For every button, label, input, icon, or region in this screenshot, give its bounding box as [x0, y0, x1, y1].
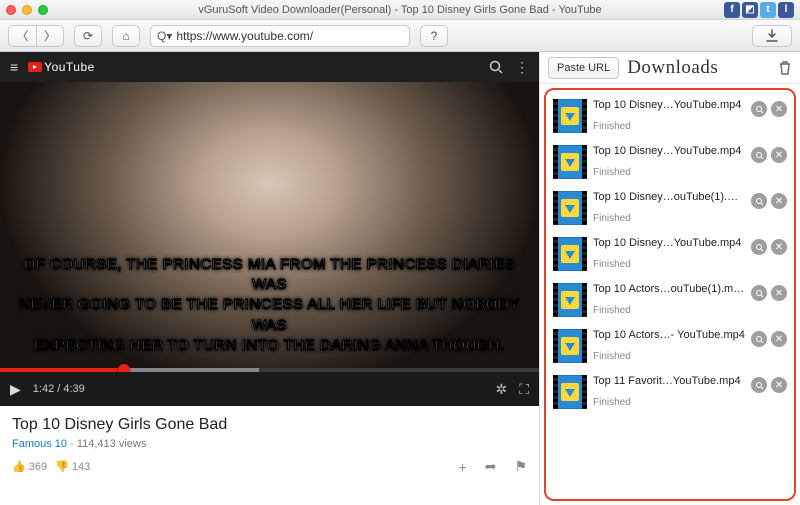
back-button[interactable]: 〈: [8, 25, 36, 47]
time-display: 1:42 / 4:39: [33, 383, 85, 395]
remove-icon[interactable]: ✕: [771, 331, 787, 347]
download-status: Finished: [593, 397, 745, 408]
trash-icon[interactable]: [778, 60, 792, 76]
instagram-icon[interactable]: ◩: [742, 2, 758, 18]
traffic-lights: [6, 5, 48, 15]
twitter-icon[interactable]: t: [760, 2, 776, 18]
home-button[interactable]: ⌂: [112, 25, 140, 47]
download-filename: Top 10 Actors…- YouTube.mp4: [593, 329, 745, 341]
play-button[interactable]: ▶: [10, 381, 21, 398]
youtube-logo[interactable]: YouTube: [28, 60, 95, 74]
youtube-topbar: ≡ YouTube ⋮: [0, 52, 539, 82]
reload-button[interactable]: ⟳: [74, 25, 102, 47]
reveal-icon[interactable]: [751, 147, 767, 163]
download-filename: Top 10 Actors…ouTube(1).mp4: [593, 283, 745, 295]
social-links: f ◩ t l: [724, 2, 794, 18]
menu-icon[interactable]: ≡: [10, 59, 18, 75]
downloads-panel: Paste URL Downloads Top 10 Disney…YouTub…: [540, 52, 800, 505]
downloads-list: Top 10 Disney…YouTube.mp4Finished✕Top 10…: [544, 88, 796, 501]
window-minimize-button[interactable]: [22, 5, 32, 15]
add-to-icon[interactable]: +: [459, 459, 467, 475]
remove-icon[interactable]: ✕: [771, 377, 787, 393]
window-close-button[interactable]: [6, 5, 16, 15]
download-item[interactable]: Top 10 Disney…YouTube.mp4 Finished ✕: [551, 95, 789, 137]
download-button[interactable]: [752, 25, 792, 47]
download-filename: Top 10 Disney…YouTube.mp4: [593, 99, 745, 111]
linkedin-icon[interactable]: l: [778, 2, 794, 18]
download-thumb-icon: [553, 375, 587, 409]
search-icon[interactable]: [489, 60, 503, 74]
download-thumb-icon: [553, 329, 587, 363]
window-titlebar: vGuruSoft Video Downloader(Personal) - T…: [0, 0, 800, 20]
address-bar[interactable]: Q▾ https://www.youtube.com/: [150, 25, 410, 47]
download-status: Finished: [593, 213, 745, 224]
progress-handle[interactable]: [118, 364, 130, 372]
download-filename: Top 10 Disney…YouTube.mp4: [593, 237, 745, 249]
download-status: Finished: [593, 351, 745, 362]
nav-back-forward: 〈 〉: [8, 25, 64, 47]
youtube-brand-text: YouTube: [44, 60, 95, 74]
reveal-icon[interactable]: [751, 101, 767, 117]
download-status: Finished: [593, 121, 745, 132]
download-item[interactable]: Top 11 Favorit…YouTube.mp4 Finished ✕: [551, 371, 789, 413]
download-item[interactable]: Top 10 Disney…ouTube(1).mp4 Finished ✕: [551, 187, 789, 229]
download-status: Finished: [593, 167, 745, 178]
reveal-icon[interactable]: [751, 239, 767, 255]
help-button[interactable]: ?: [420, 25, 448, 47]
remove-icon[interactable]: ✕: [771, 285, 787, 301]
downloads-header: Paste URL Downloads: [540, 52, 800, 84]
progress-played: [0, 368, 124, 372]
reveal-icon[interactable]: [751, 377, 767, 393]
video-actions: 👍 369 👎 143 + ➦ ⚑: [0, 456, 539, 477]
browser-toolbar: 〈 〉 ⟳ ⌂ Q▾ https://www.youtube.com/ ?: [0, 20, 800, 52]
remove-icon[interactable]: ✕: [771, 101, 787, 117]
downloads-title: Downloads: [627, 57, 718, 79]
download-thumb-icon: [553, 237, 587, 271]
video-meta: Top 10 Disney Girls Gone Bad Famous 10 ·…: [0, 406, 539, 456]
reveal-icon[interactable]: [751, 285, 767, 301]
download-status: Finished: [593, 305, 745, 316]
search-icon: Q▾: [157, 29, 172, 43]
download-filename: Top 10 Disney…YouTube.mp4: [593, 145, 745, 157]
browser-viewport: ≡ YouTube ⋮ OF COURSE, THE PRINCESS MIA …: [0, 52, 540, 505]
facebook-icon[interactable]: f: [724, 2, 740, 18]
video-caption: OF COURSE, THE PRINCESS MIA FROM THE PRI…: [12, 255, 527, 356]
reveal-icon[interactable]: [751, 331, 767, 347]
share-icon[interactable]: ➦: [485, 458, 497, 475]
video-player[interactable]: OF COURSE, THE PRINCESS MIA FROM THE PRI…: [0, 82, 539, 372]
dislike-button[interactable]: 👎 143: [55, 460, 90, 473]
flag-icon[interactable]: ⚑: [514, 458, 527, 475]
view-count: 114,413 views: [77, 438, 147, 450]
remove-icon[interactable]: ✕: [771, 239, 787, 255]
download-item[interactable]: Top 10 Disney…YouTube.mp4 Finished ✕: [551, 233, 789, 275]
video-title: Top 10 Disney Girls Gone Bad: [12, 416, 527, 434]
reveal-icon[interactable]: [751, 193, 767, 209]
download-filename: Top 10 Disney…ouTube(1).mp4: [593, 191, 745, 203]
remove-icon[interactable]: ✕: [771, 193, 787, 209]
download-item[interactable]: Top 10 Actors…- YouTube.mp4 Finished ✕: [551, 325, 789, 367]
remove-icon[interactable]: ✕: [771, 147, 787, 163]
like-button[interactable]: 👍 369: [12, 460, 47, 473]
download-item[interactable]: Top 10 Disney…YouTube.mp4 Finished ✕: [551, 141, 789, 183]
window-title: vGuruSoft Video Downloader(Personal) - T…: [0, 4, 800, 16]
download-thumb-icon: [553, 145, 587, 179]
more-icon[interactable]: ⋮: [515, 59, 529, 76]
paste-url-button[interactable]: Paste URL: [548, 57, 619, 79]
download-filename: Top 11 Favorit…YouTube.mp4: [593, 375, 745, 387]
url-text: https://www.youtube.com/: [176, 29, 313, 43]
download-thumb-icon: [553, 191, 587, 225]
player-controls: ▶ 1:42 / 4:39 ✲ ⛶: [0, 372, 539, 406]
fullscreen-icon[interactable]: ⛶: [519, 381, 529, 398]
youtube-play-icon: [28, 62, 42, 72]
channel-link[interactable]: Famous 10: [12, 438, 67, 450]
progress-bar[interactable]: [0, 368, 539, 372]
download-item[interactable]: Top 10 Actors…ouTube(1).mp4 Finished ✕: [551, 279, 789, 321]
forward-button[interactable]: 〉: [36, 25, 64, 47]
settings-icon[interactable]: ✲: [495, 381, 507, 398]
download-status: Finished: [593, 259, 745, 270]
download-thumb-icon: [553, 283, 587, 317]
window-zoom-button[interactable]: [38, 5, 48, 15]
download-thumb-icon: [553, 99, 587, 133]
video-subline: Famous 10 · 114,413 views: [12, 438, 527, 450]
